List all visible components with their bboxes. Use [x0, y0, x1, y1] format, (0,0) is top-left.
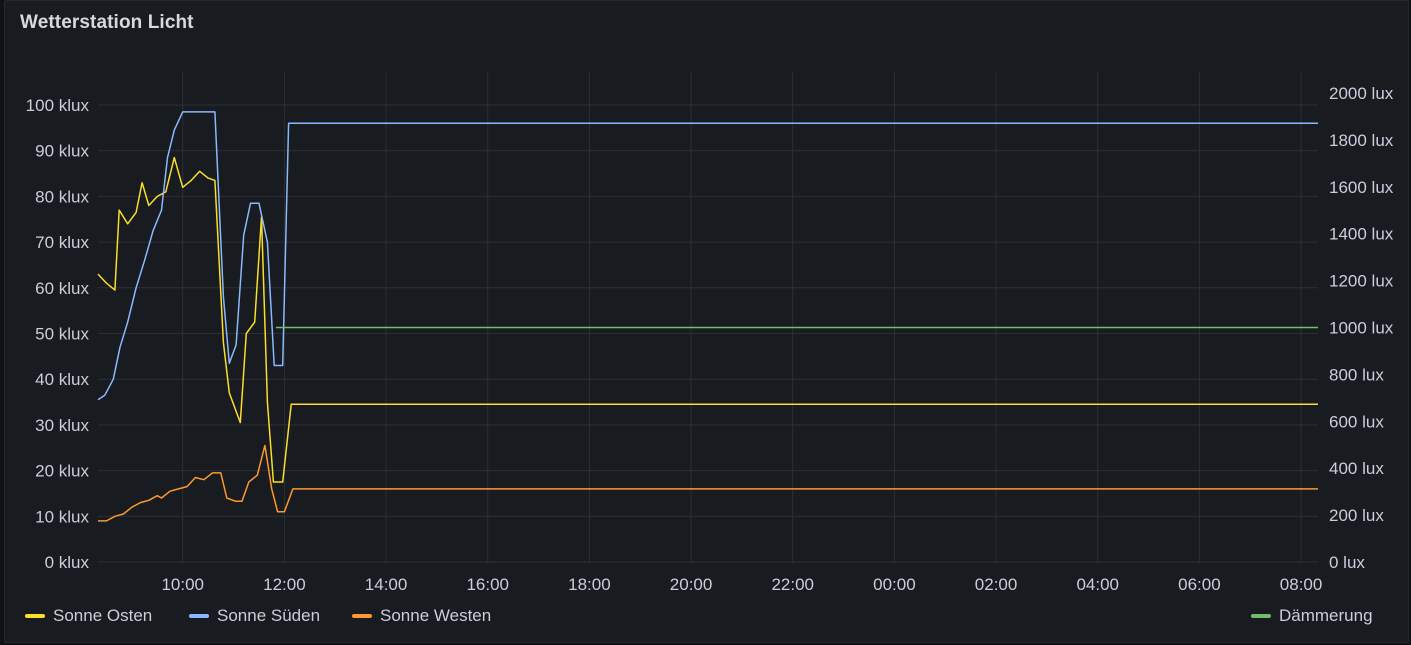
y-axis-left-tick-label: 50 klux — [35, 325, 89, 344]
y-axis-left-tick-label: 60 klux — [35, 279, 89, 298]
y-axis-right-tick-label: 1400 lux — [1329, 225, 1394, 244]
y-axis-right-tick-label: 200 lux — [1329, 506, 1384, 525]
y-axis-left-tick-label: 100 klux — [26, 96, 90, 115]
series-line-sonne-osten[interactable] — [97, 156, 1318, 483]
legend-item-sonne-westen[interactable]: Sonne Westen — [352, 605, 491, 627]
y-axis-right-tick-label: 1800 lux — [1329, 131, 1394, 150]
y-axis-right-tick-label: 2000 lux — [1329, 84, 1394, 103]
y-axis-left-tick-label: 90 klux — [35, 142, 89, 161]
x-axis-tick-label: 04:00 — [1076, 575, 1119, 594]
x-axis-tick-label: 16:00 — [466, 575, 509, 594]
x-axis-tick-label: 22:00 — [771, 575, 814, 594]
x-axis-tick-label: 02:00 — [975, 575, 1018, 594]
y-axis-right-tick-label: 1600 lux — [1329, 178, 1394, 197]
x-axis-tick-label: 18:00 — [568, 575, 611, 594]
y-axis-left-tick-label: 20 klux — [35, 462, 89, 481]
y-axis-left-tick-label: 0 klux — [45, 553, 90, 572]
x-axis-tick-label: 00:00 — [873, 575, 916, 594]
line-chart[interactable]: 0 klux 10 klux 20 klux 30 klux 40 klux 50 klu… — [0, 0, 1411, 645]
legend-item-daemmerung[interactable]: Dämmerung — [1251, 605, 1373, 627]
y-axis-left-tick-label: 80 klux — [35, 187, 89, 206]
y-axis-right-tick-label: 600 lux — [1329, 412, 1384, 431]
y-axis-right-tick-label: 800 lux — [1329, 365, 1384, 384]
legend-label: Dämmerung — [1279, 606, 1373, 625]
y-axis-right-tick-label: 0 lux — [1329, 553, 1365, 572]
y-axis-left-tick-label: 30 klux — [35, 416, 89, 435]
x-axis-tick-label: 12:00 — [263, 575, 306, 594]
y-axis-right-tick-label: 1000 lux — [1329, 319, 1394, 338]
legend-label: Sonne Westen — [380, 606, 492, 625]
legend-label: Sonne Osten — [53, 606, 153, 625]
legend-item-sonne-osten[interactable]: Sonne Osten — [25, 605, 152, 627]
legend-item-sonne-sueden[interactable]: Sonne Süden — [189, 605, 320, 627]
legend-swatch-icon — [352, 614, 372, 618]
y-axis-left-tick-label: 70 klux — [35, 233, 89, 252]
x-axis-tick-label: 08:00 — [1280, 575, 1323, 594]
y-axis-left-tick-label: 40 klux — [35, 370, 89, 389]
legend-swatch-icon — [189, 614, 209, 618]
legend-swatch-icon — [1251, 614, 1271, 618]
y-axis-right-tick-label: 1200 lux — [1329, 272, 1394, 291]
series-line-sonne-sueden[interactable] — [97, 111, 1318, 401]
y-axis-left-tick-label: 10 klux — [35, 507, 89, 526]
legend-swatch-icon — [25, 614, 45, 618]
x-axis-tick-label: 14:00 — [365, 575, 408, 594]
x-axis-tick-label: 20:00 — [670, 575, 713, 594]
series-line-sonne-westen[interactable] — [98, 444, 1318, 522]
y-axis-right-tick-label: 400 lux — [1329, 459, 1384, 478]
legend-label: Sonne Süden — [217, 606, 321, 625]
x-axis-tick-label: 06:00 — [1178, 575, 1221, 594]
x-axis-tick-label: 10:00 — [161, 575, 204, 594]
